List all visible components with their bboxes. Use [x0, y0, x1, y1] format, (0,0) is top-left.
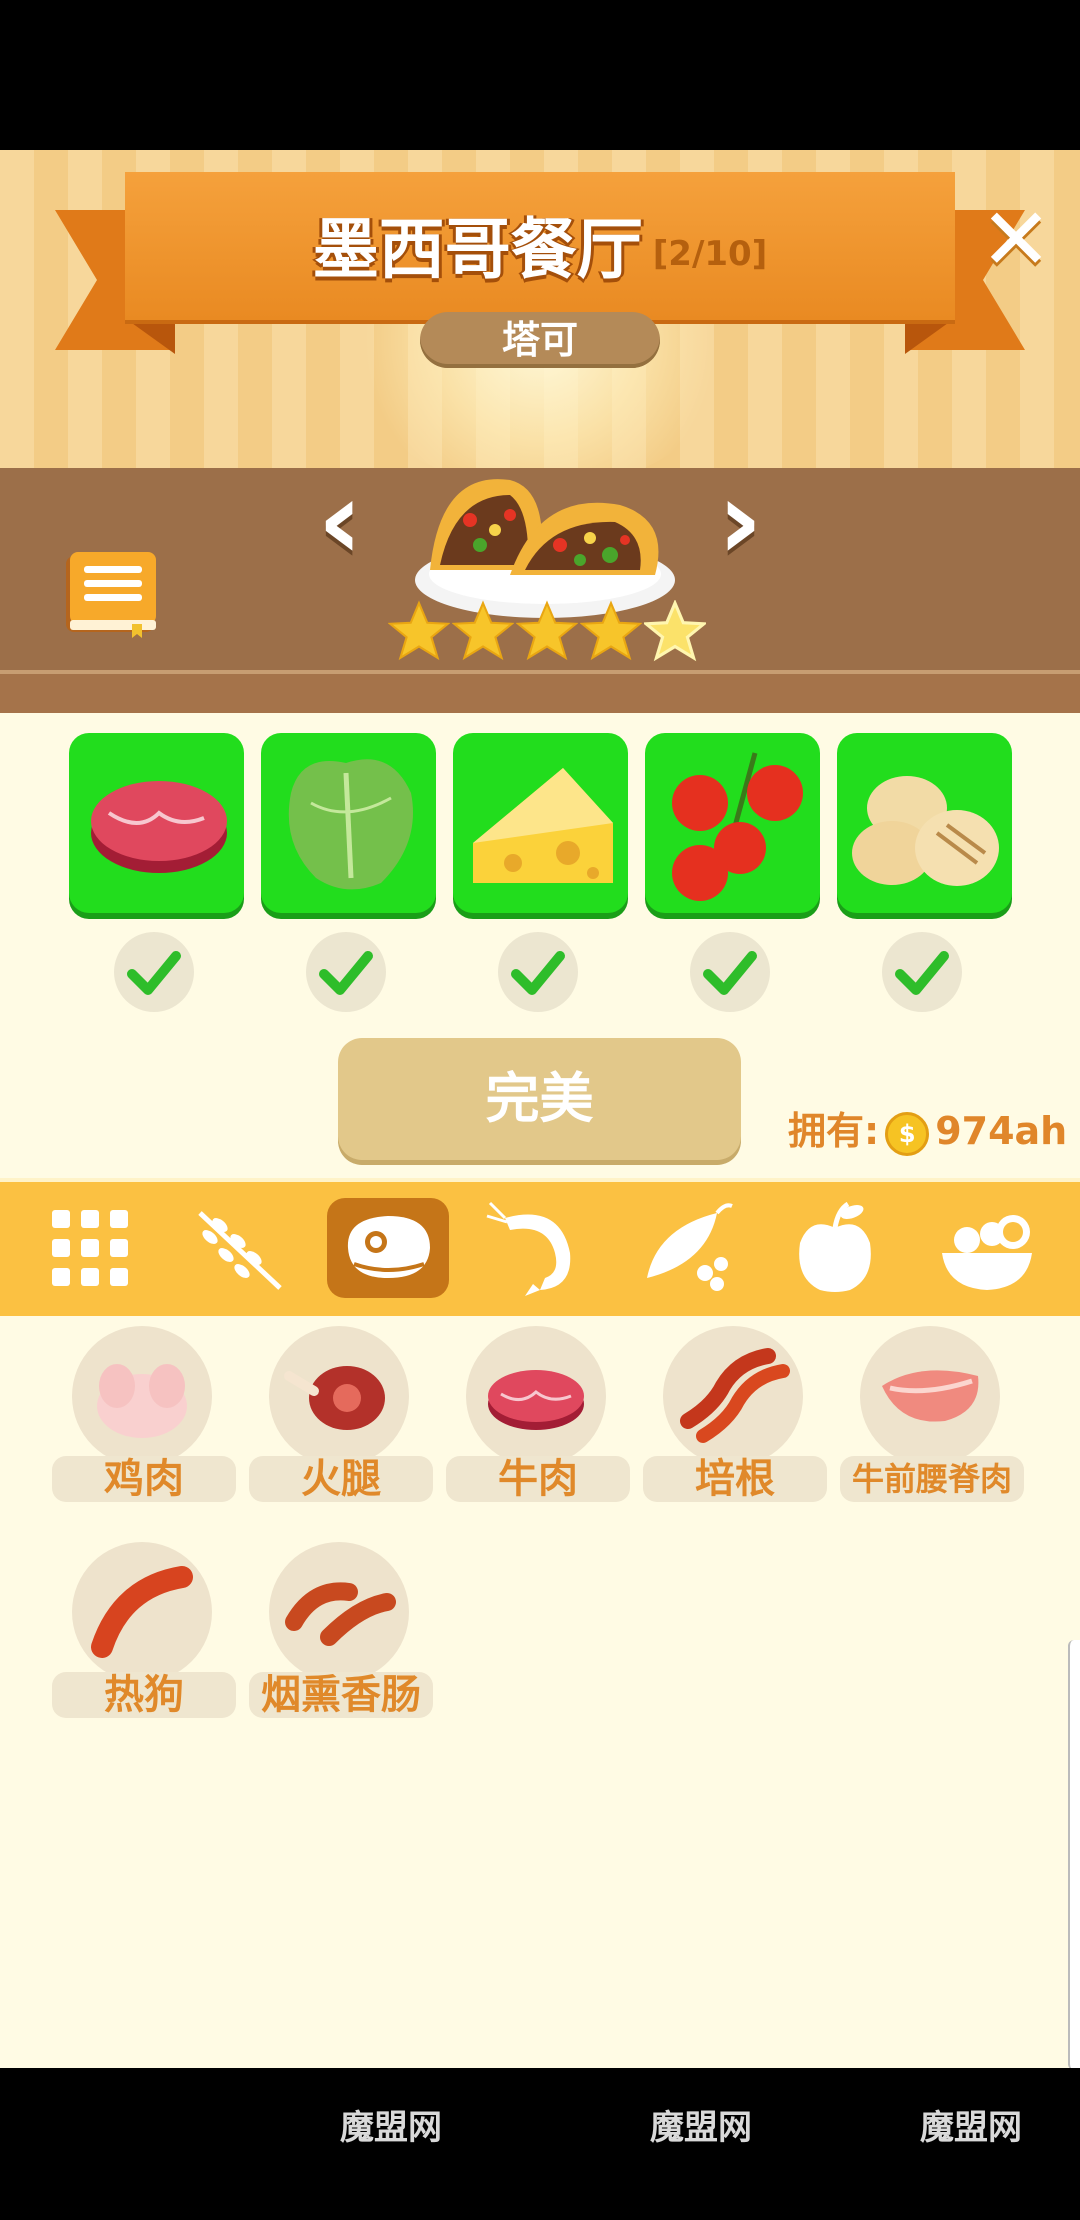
page-title: 墨西哥餐厅 [2/10]	[125, 196, 955, 292]
shelf-edge	[0, 670, 1080, 717]
food-item-sirloin[interactable]: 牛前腰脊肉	[840, 1326, 1025, 1516]
category-vegetable[interactable]	[632, 1198, 742, 1298]
beef-icon	[488, 1370, 584, 1430]
check-icon	[114, 932, 194, 1012]
tomato-icon	[672, 752, 803, 901]
sirloin-icon	[882, 1370, 979, 1422]
restaurant-name: 墨西哥餐厅	[312, 211, 643, 288]
prev-dish-arrow[interactable]: ‹	[300, 465, 380, 575]
food-item-smoked-sausage[interactable]: 烟熏香肠	[249, 1542, 434, 1732]
status-bar	[0, 0, 1080, 150]
food-thumb	[663, 1326, 803, 1466]
watermark-brand: 魔盟网	[920, 2108, 1022, 2148]
check-icon	[690, 932, 770, 1012]
dish-star-rating	[388, 600, 708, 670]
food-label: 牛前腰脊肉	[840, 1456, 1024, 1502]
check-icon	[882, 932, 962, 1012]
category-fruit[interactable]	[780, 1198, 890, 1298]
category-all[interactable]	[35, 1198, 145, 1298]
hotdog-icon	[91, 1566, 193, 1658]
wheat-icon	[198, 1211, 282, 1290]
category-seafood[interactable]	[480, 1198, 590, 1298]
food-item-hotdog[interactable]: 热狗	[52, 1542, 237, 1732]
ingredient-tile-tomato[interactable]	[645, 733, 820, 913]
steak-icon	[91, 781, 227, 873]
food-thumb	[269, 1542, 409, 1682]
check-icon	[306, 932, 386, 1012]
perfect-button[interactable]: 完美	[338, 1038, 741, 1160]
star-icon	[388, 600, 450, 661]
next-dish-arrow[interactable]: ›	[700, 465, 780, 575]
watermark-brand: 魔盟网	[650, 2108, 752, 2148]
owned-label: 拥有:	[788, 1109, 880, 1153]
bacon-icon	[680, 1348, 790, 1443]
star-icon	[452, 600, 514, 661]
ingredient-tile-steak[interactable]	[69, 733, 244, 913]
navigation-bar	[0, 2068, 1080, 2220]
star-icon	[644, 600, 706, 662]
shrimp-icon	[486, 1201, 571, 1296]
potato-icon	[852, 776, 999, 886]
salad-icon	[942, 1215, 1032, 1290]
food-item-bacon[interactable]: 培根	[643, 1326, 828, 1516]
food-item-beef[interactable]: 牛肉	[446, 1326, 631, 1516]
chicken-icon	[97, 1364, 187, 1438]
food-label: 热狗	[52, 1672, 236, 1718]
grid-icon	[52, 1210, 128, 1286]
food-thumb	[269, 1326, 409, 1466]
lettuce-icon	[288, 759, 413, 890]
apple-icon	[799, 1201, 871, 1292]
meat-icon	[347, 1216, 430, 1278]
peas-icon	[647, 1203, 733, 1291]
food-thumb	[72, 1326, 212, 1466]
food-label: 鸡肉	[52, 1456, 236, 1502]
ingredient-tile-lettuce[interactable]	[261, 733, 436, 913]
check-icon	[498, 932, 578, 1012]
ingredient-tile-cheese[interactable]	[453, 733, 628, 913]
owned-coins: 拥有: $974ah	[788, 1100, 1067, 1156]
sausage-icon	[285, 1582, 396, 1646]
food-thumb	[466, 1326, 606, 1466]
watermark-brand: 魔盟网	[340, 2108, 442, 2148]
food-item-chicken[interactable]: 鸡肉	[52, 1326, 237, 1516]
category-meat[interactable]	[327, 1198, 449, 1298]
star-icon	[516, 600, 578, 661]
dish-name-badge: 塔可	[420, 312, 660, 368]
food-label: 烟熏香肠	[249, 1672, 433, 1718]
cheese-icon	[473, 768, 613, 883]
food-thumb	[860, 1326, 1000, 1466]
scroll-handle[interactable]	[1068, 1640, 1080, 2070]
ham-icon	[284, 1366, 385, 1430]
star-icon	[580, 600, 642, 661]
coin-icon: $	[885, 1111, 930, 1156]
close-button[interactable]: ✕	[980, 197, 1052, 283]
food-item-ham[interactable]: 火腿	[249, 1326, 434, 1516]
category-grain[interactable]	[185, 1198, 295, 1298]
food-label: 培根	[643, 1456, 827, 1502]
food-label: 火腿	[249, 1456, 433, 1502]
food-label: 牛肉	[446, 1456, 630, 1502]
food-thumb	[72, 1542, 212, 1682]
restaurant-progress: [2/10]	[652, 233, 768, 274]
category-salad[interactable]	[932, 1198, 1042, 1298]
recipe-book-icon[interactable]	[62, 550, 162, 640]
owned-value: 974ah	[935, 1109, 1068, 1153]
ingredient-tile-potato[interactable]	[837, 733, 1012, 913]
